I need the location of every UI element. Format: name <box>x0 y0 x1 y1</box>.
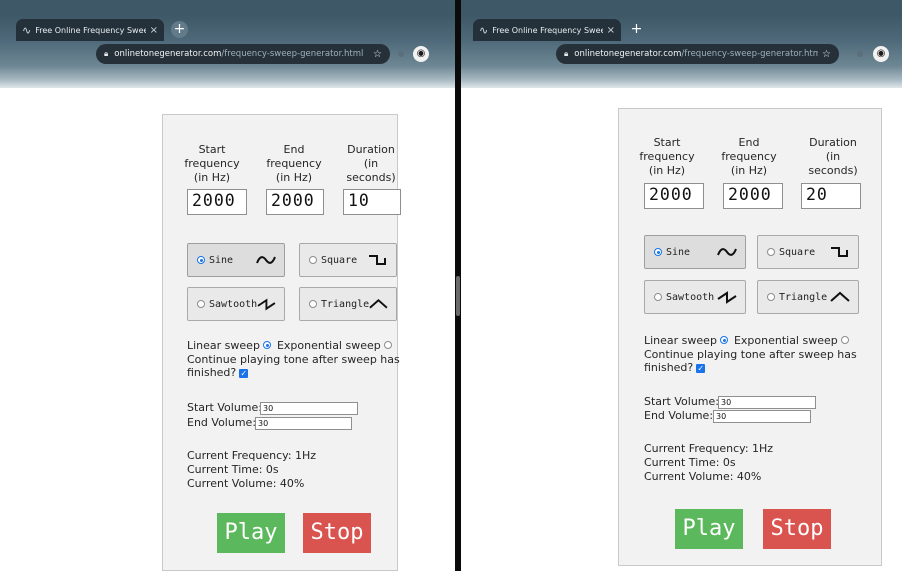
browser-tab[interactable]: ∿ Free Online Frequency Sweep × <box>473 19 621 41</box>
end-volume-label: End Volume: <box>644 409 714 422</box>
address-bar[interactable]: 🔒︎ onlinetonegenerator.com/frequency-swe… <box>96 44 390 64</box>
square-radio[interactable] <box>767 248 775 256</box>
start-volume-input[interactable]: 30 <box>718 396 816 409</box>
start-frequency-label: Start frequency (in Hz) <box>184 143 240 184</box>
linear-sweep-radio[interactable] <box>263 341 272 349</box>
sine-radio[interactable] <box>654 248 662 256</box>
current-volume-readout: Current Volume: 40% <box>644 470 762 483</box>
divider-handle[interactable] <box>456 276 460 316</box>
extension-icon[interactable]: ◉ <box>873 46 889 62</box>
end-frequency-input[interactable]: 2000 <box>723 183 783 209</box>
star-icon[interactable]: ☆ <box>373 49 382 60</box>
browser-toolbar: ∿ Free Online Frequency Sweep × + 🔒︎ onl… <box>461 0 902 88</box>
lock-icon: 🔒︎ <box>104 49 109 58</box>
url-text: onlinetonegenerator.com/frequency-sweep-… <box>574 49 819 59</box>
square-button[interactable]: Square <box>757 235 859 269</box>
stop-button[interactable]: Stop <box>303 513 371 553</box>
start-frequency-input[interactable]: 2000 <box>187 189 247 215</box>
end-frequency-input[interactable]: 2000 <box>266 189 324 215</box>
sawtooth-button[interactable]: Sawtooth <box>644 280 746 314</box>
address-bar[interactable]: 🔒︎ onlinetonegenerator.com/frequency-swe… <box>556 44 839 64</box>
linear-sweep-radio[interactable] <box>720 336 729 344</box>
sawtooth-radio[interactable] <box>654 293 662 301</box>
new-tab-button[interactable]: + <box>628 21 645 38</box>
triangle-radio[interactable] <box>309 300 317 308</box>
current-frequency-readout: Current Frequency: 1Hz <box>644 442 774 455</box>
start-frequency-input[interactable]: 2000 <box>644 183 704 209</box>
continue-playing-checkbox[interactable]: ✓ <box>696 363 706 373</box>
end-volume-input[interactable]: 30 <box>255 417 352 430</box>
triangle-wave-icon <box>369 298 388 309</box>
duration-input[interactable]: 20 <box>801 183 861 209</box>
sawtooth-wave-icon <box>257 298 276 311</box>
lock-icon: 🔒︎ <box>564 49 569 58</box>
linear-sweep-label: Linear sweep <box>644 334 717 347</box>
start-volume-label: Start Volume: <box>644 395 719 408</box>
url-text: onlinetonegenerator.com/frequency-sweep-… <box>114 49 364 59</box>
sawtooth-button[interactable]: Sawtooth <box>187 287 285 321</box>
square-wave-icon <box>831 247 848 257</box>
extension-dot-icon[interactable] <box>398 51 404 57</box>
duration-input[interactable]: 10 <box>343 189 401 215</box>
triangle-button[interactable]: Triangle <box>757 280 859 314</box>
sine-button[interactable]: Sine <box>187 243 285 277</box>
sine-button[interactable]: Sine <box>644 235 746 269</box>
continue-playing-label: Continue playing tone after sweep has <box>187 352 400 366</box>
continue-playing-checkbox[interactable]: ✓ <box>239 368 249 378</box>
end-frequency-label: End frequency (in Hz) <box>721 136 777 177</box>
close-icon[interactable]: × <box>150 25 158 36</box>
exponential-sweep-label: Exponential sweep <box>276 339 381 352</box>
tab-title: Free Online Frequency Sweep <box>35 25 146 35</box>
start-volume-label: Start Volume: <box>187 401 262 414</box>
sine-wave-icon: ∿ <box>479 23 489 37</box>
sawtooth-wave-icon <box>717 291 737 304</box>
tab-title: Free Online Frequency Sweep <box>492 25 603 35</box>
extension-icon[interactable]: ◉ <box>413 46 429 62</box>
stop-button[interactable]: Stop <box>763 509 831 549</box>
sine-radio[interactable] <box>197 256 205 264</box>
current-time-readout: Current Time: 0s <box>644 456 736 469</box>
current-volume-readout: Current Volume: 40% <box>187 477 305 490</box>
right-browser-window: ∿ Free Online Frequency Sweep × + 🔒︎ onl… <box>461 0 902 571</box>
exponential-sweep-radio[interactable] <box>841 336 850 344</box>
triangle-button[interactable]: Triangle <box>299 287 397 321</box>
sine-wave-icon: ∿ <box>22 23 32 37</box>
duration-label: Duration (in seconds) <box>346 143 396 184</box>
continue-playing-label: Continue playing tone after sweep has <box>644 347 857 361</box>
close-icon[interactable]: × <box>607 25 615 36</box>
current-time-readout: Current Time: 0s <box>187 463 279 476</box>
play-button[interactable]: Play <box>675 509 743 549</box>
sweep-generator-panel: Start frequency (in Hz) End frequency (in Hz… <box>162 114 401 571</box>
square-radio[interactable] <box>309 256 317 264</box>
start-volume-input[interactable]: 30 <box>260 402 358 415</box>
square-button[interactable]: Square <box>299 243 397 277</box>
sine-wave-icon <box>256 256 276 264</box>
left-browser-window: ∿ Free Online Frequency Sweep × + 🔒︎ onl… <box>0 0 455 571</box>
current-frequency-readout: Current Frequency: 1Hz <box>187 449 317 462</box>
sawtooth-radio[interactable] <box>197 300 205 308</box>
triangle-wave-icon <box>830 291 850 302</box>
linear-sweep-label: Linear sweep <box>187 339 260 352</box>
end-volume-input[interactable]: 30 <box>713 410 811 423</box>
sweep-options: Linear sweep Exponential sweep Continue … <box>644 334 874 375</box>
end-volume-label: End Volume: <box>187 416 257 429</box>
new-tab-button[interactable]: + <box>171 21 188 38</box>
start-frequency-label: Start frequency (in Hz) <box>639 136 695 177</box>
end-frequency-label: End frequency (in Hz) <box>266 143 322 184</box>
triangle-radio[interactable] <box>767 293 775 301</box>
star-icon[interactable]: ☆ <box>822 49 831 60</box>
browser-tab[interactable]: ∿ Free Online Frequency Sweep × <box>16 19 164 41</box>
exponential-sweep-label: Exponential sweep <box>733 334 838 347</box>
duration-label: Duration (in seconds) <box>808 136 858 177</box>
browser-toolbar: ∿ Free Online Frequency Sweep × + 🔒︎ onl… <box>0 0 455 88</box>
sine-wave-icon <box>717 248 737 256</box>
sweep-options: Linear sweep Exponential sweep Continue … <box>187 339 402 380</box>
extension-dot-icon[interactable] <box>857 51 863 57</box>
play-button[interactable]: Play <box>217 513 285 553</box>
exponential-sweep-radio[interactable] <box>384 341 393 349</box>
sweep-generator-panel: Start frequency (in Hz) End frequency (in Hz… <box>618 108 882 566</box>
square-wave-icon <box>369 255 386 265</box>
